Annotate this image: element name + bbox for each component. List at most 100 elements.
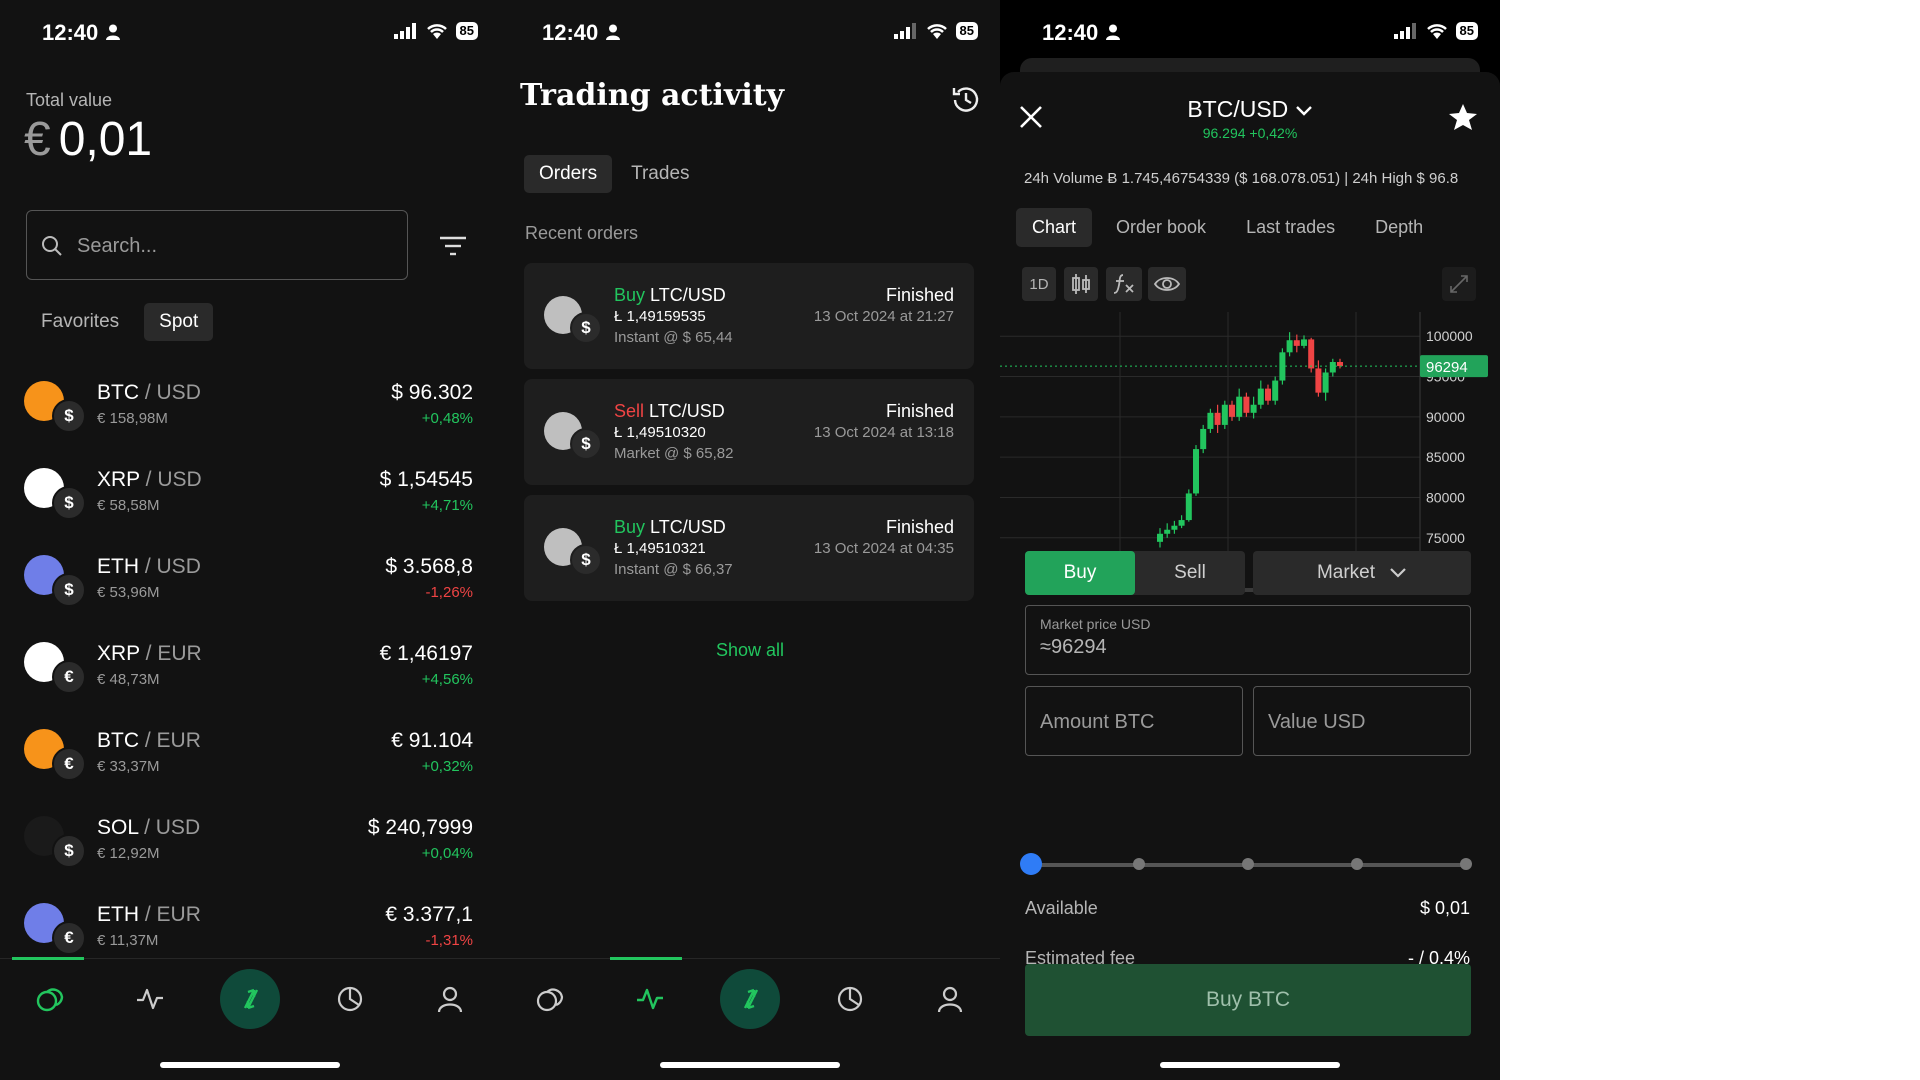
market-row[interactable]: $ ETH / USD € 53,96M $ 3.568,8 -1,26% — [0, 539, 500, 626]
fullscreen-button[interactable] — [1442, 267, 1476, 301]
fee-label: Estimated fee — [1025, 948, 1136, 964]
markets-icon — [536, 988, 564, 1012]
tab-favorites[interactable]: Favorites — [26, 303, 134, 341]
wifi-icon — [426, 24, 447, 39]
battery-indicator: 85 — [1455, 22, 1478, 40]
bottom-nav — [0, 957, 500, 1029]
total-value-amount: 0,01 — [58, 113, 153, 166]
quote-currency-icon: € — [52, 660, 86, 694]
star-icon[interactable] — [1448, 102, 1478, 132]
pair-selector[interactable]: BTC/USD 96.294 +0,42% — [1000, 96, 1500, 141]
show-all-link[interactable]: Show all — [500, 640, 1000, 661]
market-base: ETH — [97, 555, 139, 578]
candle — [1243, 396, 1250, 413]
tab-order-book[interactable]: Order book — [1100, 208, 1222, 247]
nav-account[interactable] — [920, 969, 980, 1029]
candle — [1250, 404, 1257, 413]
market-row[interactable]: € XRP / EUR € 48,73M € 1,46197 +4,56% — [0, 626, 500, 713]
market-quote: EUR — [156, 903, 201, 926]
market-change: -1,31% — [425, 932, 473, 949]
order-date: 13 Oct 2024 at 21:27 — [813, 308, 954, 325]
order-card[interactable]: $ Sell LTC/USD Ł 1,49510320 Market @ $ 65,8… — [524, 379, 974, 485]
fee-row: Estimated fee - / 0,4% — [1025, 948, 1470, 964]
slider-step-25[interactable] — [1133, 858, 1145, 870]
market-row[interactable]: € BTC / EUR € 33,37M € 91.104 +0,32% — [0, 713, 500, 800]
candle — [1207, 412, 1214, 429]
market-change: +4,71% — [421, 497, 473, 514]
slider-handle[interactable] — [1020, 853, 1042, 875]
market-volume: € 58,58M — [97, 497, 160, 514]
nav-activity[interactable] — [620, 969, 680, 1029]
indicators-button[interactable] — [1106, 267, 1142, 301]
market-price-field: Market price USD ≈96294 — [1025, 605, 1471, 675]
order-card[interactable]: $ Buy LTC/USD Ł 1,49159535 Instant @ $ 65,4… — [524, 263, 974, 369]
usd-quote-icon: $ — [570, 312, 602, 344]
market-quote: EUR — [157, 642, 202, 665]
interval-button[interactable]: 1D — [1022, 267, 1056, 301]
candle — [1301, 339, 1307, 346]
visibility-button[interactable] — [1148, 267, 1186, 301]
nav-portfolio[interactable] — [320, 969, 380, 1029]
sell-toggle[interactable]: Sell — [1135, 551, 1245, 595]
candle — [1185, 493, 1192, 521]
market-stats: 24h Volume Ƀ 1.745,46754339 ($ 168.078.0… — [1024, 170, 1459, 187]
current-price-label: 96294 — [1426, 359, 1468, 376]
nav-markets[interactable] — [20, 969, 80, 1029]
activity-tabs: Orders Trades — [524, 155, 705, 193]
buy-btc-button[interactable]: Buy BTC — [1025, 964, 1471, 1036]
nav-active-indicator — [12, 957, 84, 960]
y-tick-label: 90000 — [1426, 409, 1465, 425]
value-placeholder: Value USD — [1268, 711, 1366, 733]
tab-chart[interactable]: Chart — [1016, 208, 1093, 247]
price-chart[interactable]: 750008000085000900009500010000096294 — [1000, 312, 1500, 562]
history-icon[interactable] — [950, 84, 982, 116]
pie-chart-icon — [337, 986, 363, 1012]
nav-trade[interactable] — [720, 969, 780, 1029]
usd-quote-icon: $ — [570, 428, 602, 460]
page-title: Trading activity — [520, 78, 785, 113]
filter-icon[interactable] — [440, 236, 466, 256]
amount-slider[interactable] — [1020, 853, 1472, 875]
wifi-icon — [926, 24, 947, 39]
market-list: $ BTC / USD € 158,98M $ 96.302 +0,48% $ XRP / … — [0, 365, 500, 974]
order-amount: Ł 1,49510320 — [614, 424, 706, 441]
candle — [1315, 368, 1322, 393]
slider-step-50[interactable] — [1242, 858, 1254, 870]
trade-arrows-icon — [743, 988, 759, 1010]
nav-trade[interactable] — [220, 969, 280, 1029]
candle-type-button[interactable] — [1064, 267, 1098, 301]
slider-step-100[interactable] — [1460, 858, 1472, 870]
order-title: Buy LTC/USD — [614, 285, 726, 306]
status-time: 12:40 — [1042, 20, 1099, 45]
candle — [1286, 340, 1293, 353]
nav-markets[interactable] — [520, 969, 580, 1029]
order-side: Buy — [614, 517, 646, 537]
trade-screen: 12:40 85 BTC/USD 96.294 +0,42% 24h Volum… — [1000, 0, 1500, 1080]
order-card[interactable]: $ Buy LTC/USD Ł 1,49510321 Instant @ $ 66,3… — [524, 495, 974, 601]
order-execution: Instant @ $ 65,44 — [614, 329, 733, 346]
nav-portfolio[interactable] — [820, 969, 880, 1029]
slider-step-75[interactable] — [1351, 858, 1363, 870]
nav-account[interactable] — [420, 969, 480, 1029]
candle — [1157, 533, 1163, 542]
market-row[interactable]: $ XRP / USD € 58,58M $ 1,54545 +4,71% — [0, 452, 500, 539]
market-row[interactable]: $ SOL / USD € 12,92M $ 240,7999 +0,04% — [0, 800, 500, 887]
market-price: $ 3.568,8 — [385, 555, 473, 578]
user-icon — [437, 986, 463, 1013]
value-input[interactable]: Value USD — [1253, 686, 1471, 756]
order-type-select[interactable]: Market — [1253, 551, 1471, 595]
buy-toggle[interactable]: Buy — [1025, 551, 1135, 595]
tab-orders[interactable]: Orders — [524, 155, 613, 193]
market-change: +4,56% — [421, 671, 473, 688]
search-input[interactable]: Search... — [26, 210, 408, 280]
market-row[interactable]: $ BTC / USD € 158,98M $ 96.302 +0,48% — [0, 365, 500, 452]
tab-spot[interactable]: Spot — [144, 303, 214, 341]
tab-trades[interactable]: Trades — [616, 155, 704, 193]
nav-activity[interactable] — [120, 969, 180, 1029]
tab-depth[interactable]: Depth — [1359, 208, 1439, 247]
order-status: Finished — [885, 285, 954, 305]
tab-last-trades[interactable]: Last trades — [1230, 208, 1351, 247]
amount-input[interactable]: Amount BTC — [1025, 686, 1243, 756]
orders-list: $ Buy LTC/USD Ł 1,49159535 Instant @ $ 65,4… — [524, 263, 974, 611]
signal-icon — [393, 23, 416, 39]
